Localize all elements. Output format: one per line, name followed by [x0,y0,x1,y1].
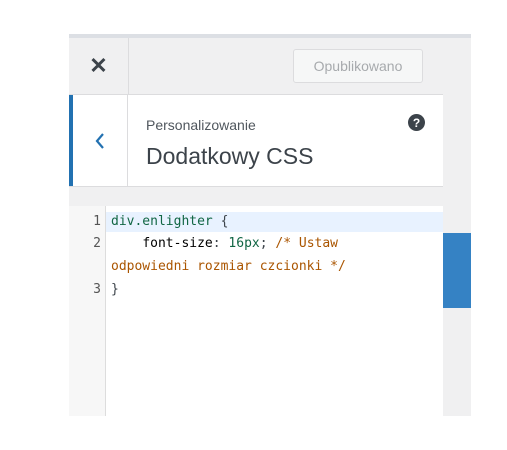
code-line[interactable]: font-size: 16px; /* Ustaw [111,236,338,251]
css-code-editor[interactable]: 1 2 3 div.enlighter { font-size: 16px; /… [69,206,443,416]
line-number: 2 [93,236,101,251]
code-line[interactable]: } [111,282,119,297]
line-number-gutter: 1 2 3 [69,206,106,416]
preview-block [443,233,471,308]
code-line[interactable]: div.enlighter { [111,214,228,229]
code-brace: } [111,282,119,297]
question-icon[interactable]: ? [408,114,425,131]
code-line-wrap[interactable]: odpowiedni rozmiar czcionki */ [111,259,346,274]
code-colon: : [212,236,229,251]
line-number: 1 [93,214,101,229]
code-brace: { [212,214,229,229]
chevron-left-icon [95,132,104,149]
css-comment: odpowiedni rozmiar czcionki */ [111,259,346,274]
css-property: font-size [142,236,213,251]
css-comment: /* Ustaw [275,236,339,251]
site-preview[interactable] [443,38,471,416]
css-selector: div.enlighter [111,214,213,229]
customizer-header: ✕ Opublikowano [69,38,443,95]
publish-button[interactable]: Opublikowano [293,49,423,83]
close-button[interactable]: ✕ [69,38,129,94]
line-number: 3 [93,282,101,297]
code-semicolon: ; [259,236,276,251]
breadcrumb: Personalizowanie [146,117,256,133]
css-value: 16px [228,236,260,251]
customizer-panel: ✕ Opublikowano Personalizowanie Dodatkow… [69,38,443,416]
page-title: Dodatkowy CSS [146,143,314,169]
close-icon: ✕ [89,53,108,78]
section-title: Personalizowanie Dodatkowy CSS ? [69,95,443,187]
back-button[interactable] [69,95,128,186]
